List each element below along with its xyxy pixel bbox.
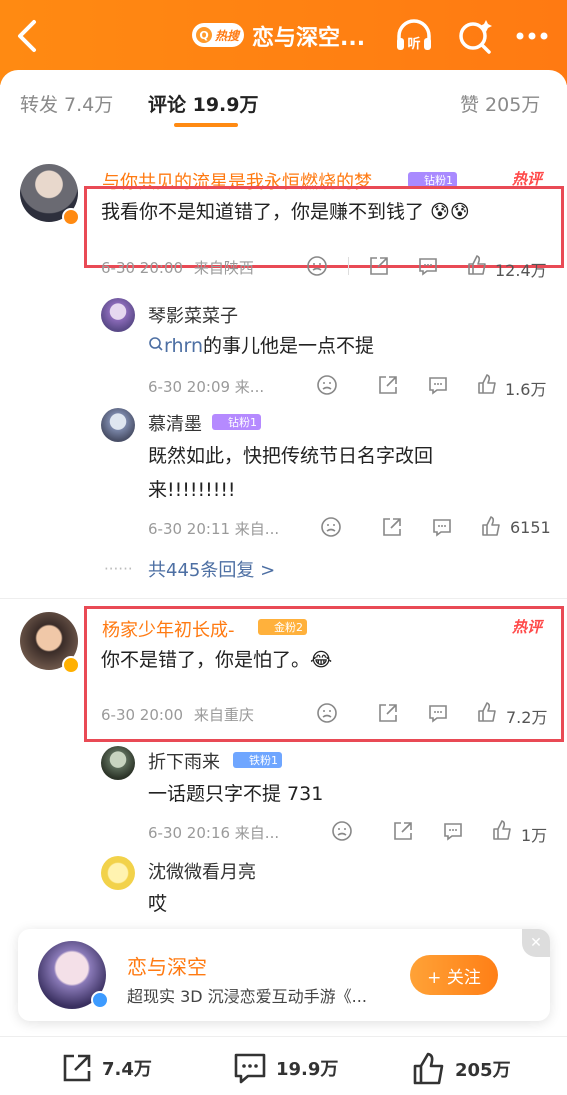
fan-badge: 铁粉1 xyxy=(233,752,282,768)
comment-time: 6-30 20:00 来自重庆 xyxy=(101,704,254,725)
reply-text-body: 的事儿他是一点不提 xyxy=(203,335,375,357)
sad-face-icon[interactable] xyxy=(316,374,338,396)
back-arrow-icon[interactable] xyxy=(12,18,42,54)
reply-username[interactable]: 折下雨来 xyxy=(148,748,220,774)
page-title[interactable]: 恋与深空... xyxy=(252,20,365,52)
repost-count: 7.4万 xyxy=(102,1059,152,1080)
dots-separator: ······ xyxy=(104,560,133,578)
comment-icon[interactable] xyxy=(427,374,449,396)
like-count: 1.6万 xyxy=(505,380,547,399)
headphones-icon[interactable]: 听 xyxy=(394,18,434,54)
like-icon xyxy=(413,1052,444,1085)
share-icon[interactable] xyxy=(368,255,390,277)
avatar[interactable] xyxy=(101,298,135,332)
reply-text-line1: 既然如此，快把传统节日名字改回 xyxy=(148,445,434,467)
like-icon[interactable] xyxy=(476,373,498,395)
comment-icon xyxy=(234,1053,266,1084)
reply-text: 哎 xyxy=(148,893,168,915)
search-icon: Q xyxy=(196,27,212,43)
reply-time: 6-30 20:16 来自... xyxy=(148,824,280,842)
verified-badge-icon xyxy=(91,991,109,1009)
like-count: 12.4万 xyxy=(495,261,547,280)
hot-search-badge[interactable]: Q 热搜 xyxy=(192,23,244,47)
comment-icon[interactable] xyxy=(431,516,453,538)
like-icon[interactable] xyxy=(466,254,488,276)
comment-location: 来自陕西 xyxy=(193,259,254,277)
fan-badge: 钻粉1 xyxy=(212,414,261,430)
sad-face-icon[interactable] xyxy=(306,255,328,277)
view-all-replies-link[interactable]: 共445条回复 > xyxy=(148,556,275,582)
reply-username[interactable]: 沈微微看月亮 xyxy=(148,858,256,884)
promo-account-name[interactable]: 恋与深空 xyxy=(127,951,207,980)
share-icon[interactable] xyxy=(377,374,399,396)
like-icon[interactable] xyxy=(476,701,498,723)
comment-icon[interactable] xyxy=(442,820,464,842)
share-icon[interactable] xyxy=(377,702,399,724)
search-icon xyxy=(149,337,163,351)
like-icon[interactable] xyxy=(491,819,513,841)
reply-text: rhrn的事儿他是一点不提 xyxy=(148,330,374,362)
verified-badge-icon xyxy=(62,656,80,674)
repost-icon xyxy=(63,1054,91,1082)
verified-badge-icon xyxy=(62,208,80,226)
comment-location: 来自重庆 xyxy=(193,706,254,724)
active-tab-indicator xyxy=(174,123,238,127)
listen-label: 听 xyxy=(407,36,420,52)
comment-count: 19.9万 xyxy=(276,1059,339,1080)
comment-time: 6-30 20:00 来自陕西 xyxy=(101,257,254,278)
sad-face-icon[interactable] xyxy=(316,702,338,724)
fan-badge-label: 钻粉1 xyxy=(228,416,257,429)
divider xyxy=(348,257,349,275)
topic-link-label: rhrn xyxy=(164,335,204,357)
avatar[interactable] xyxy=(101,746,135,780)
avatar[interactable] xyxy=(101,856,135,890)
repost-button[interactable]: 7.4万 xyxy=(60,1051,152,1085)
search-sparkle-icon[interactable] xyxy=(456,18,496,54)
tab-comments[interactable]: 评论 19.9万 xyxy=(148,90,259,117)
bottom-action-bar: 7.4万 19.9万 205万 xyxy=(0,1036,567,1095)
like-count: 6151 xyxy=(510,518,551,537)
share-icon[interactable] xyxy=(381,516,403,538)
follow-button[interactable]: + 关注 xyxy=(410,955,498,995)
sad-face-icon[interactable] xyxy=(320,516,342,538)
share-icon[interactable] xyxy=(392,820,414,842)
close-icon[interactable]: ✕ xyxy=(522,929,550,957)
comment-text: 我看你不是知道错了，你是赚不到钱了 😰😰 xyxy=(101,201,470,223)
tab-bar: 转发 7.4万 评论 19.9万 赞 205万 xyxy=(0,70,567,136)
comment-time-value: 6-30 20:00 xyxy=(101,706,184,724)
comment-time-value: 6-30 20:00 xyxy=(101,259,184,277)
avatar[interactable] xyxy=(101,408,135,442)
topic-link[interactable]: rhrn xyxy=(148,335,203,357)
more-icon[interactable] xyxy=(512,18,552,54)
sad-face-icon[interactable] xyxy=(331,820,353,842)
account-promo-card[interactable]: 恋与深空 超现实 3D 沉浸恋爱互动手游《... + 关注 ✕ xyxy=(18,929,550,1021)
comment-list: 与你共见的流星是我永恒燃烧的梦 钻粉1 热评 我看你不是知道错了，你是赚不到钱了… xyxy=(0,136,567,1036)
reply-text: 一话题只字不提 731 xyxy=(148,783,324,805)
comment-icon[interactable] xyxy=(417,255,439,277)
like-count: 205万 xyxy=(455,1060,511,1081)
comment-text: 你不是错了，你是怕了。😂 xyxy=(101,649,333,671)
like-count: 7.2万 xyxy=(506,708,548,727)
comment-icon[interactable] xyxy=(427,702,449,724)
tab-likes[interactable]: 赞 205万 xyxy=(460,90,540,117)
tab-reposts[interactable]: 转发 7.4万 xyxy=(20,90,113,117)
reply-time: 6-30 20:11 来自... xyxy=(148,520,280,538)
fan-badge-label: 铁粉1 xyxy=(249,754,278,767)
reply-time: 6-30 20:09 来... xyxy=(148,378,265,396)
promo-description: 超现实 3D 沉浸恋爱互动手游《... xyxy=(127,987,367,1006)
like-button[interactable]: 205万 xyxy=(411,1051,511,1087)
reply-text-line2: 来!!!!!!!!! xyxy=(148,479,236,501)
hot-badge-label: 热搜 xyxy=(215,28,240,43)
reply-username[interactable]: 琴影菜菜子 xyxy=(148,302,238,328)
comment-divider xyxy=(0,598,567,599)
like-count: 1万 xyxy=(521,826,548,845)
reply-username[interactable]: 慕清墨 xyxy=(148,410,202,436)
comment-button[interactable]: 19.9万 xyxy=(232,1051,338,1085)
like-icon[interactable] xyxy=(480,515,502,537)
